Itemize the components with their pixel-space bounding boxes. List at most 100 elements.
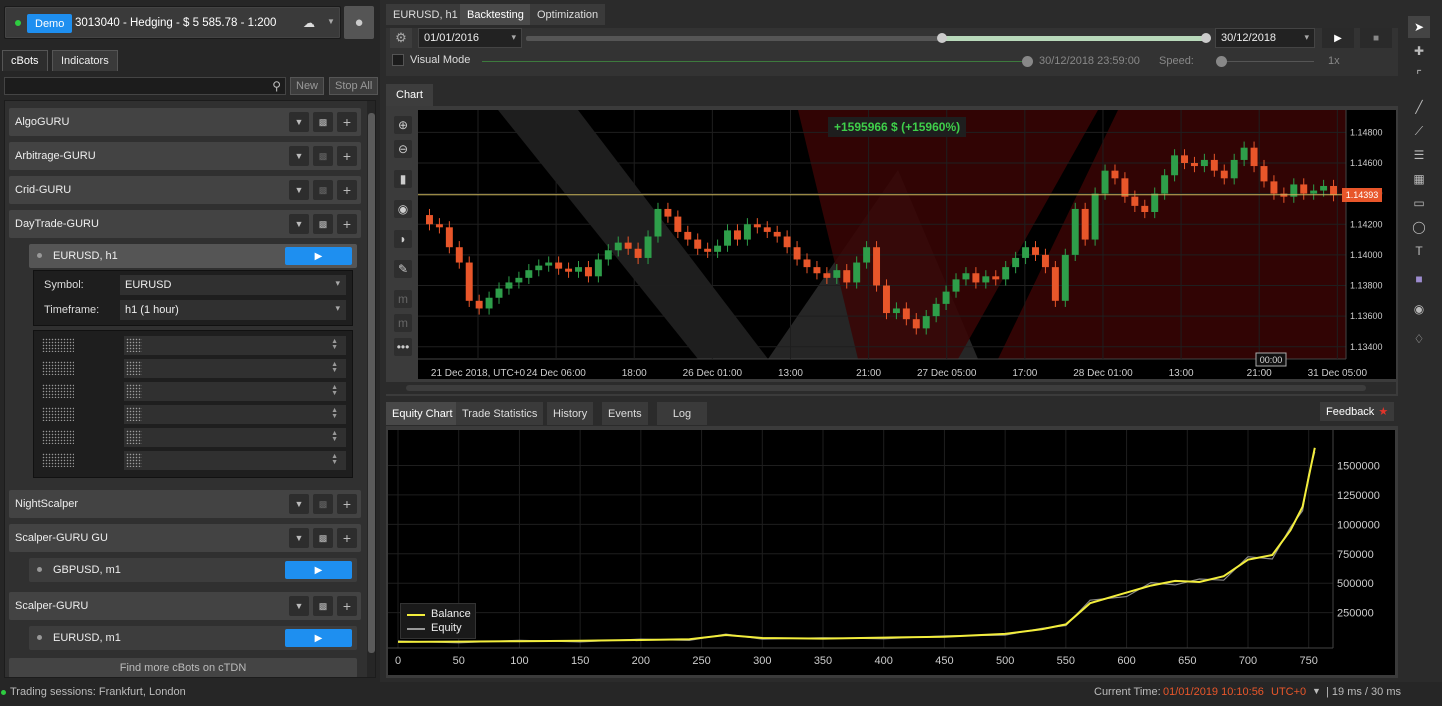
play-button[interactable]: ▶ [1322,28,1354,48]
fibonacci-icon[interactable]: ⟋ [1408,120,1430,142]
zoom-in-icon[interactable]: ⊕ [394,116,412,134]
template-icon[interactable]: m [394,290,412,308]
stepper-icon[interactable]: ▲ ▼ [331,361,338,374]
symbol-select[interactable]: EURUSD [120,275,346,295]
visual-mode-checkbox[interactable] [392,54,404,66]
ellipse-icon[interactable]: ◯ [1408,216,1430,238]
add-instance-icon[interactable]: + [337,596,357,616]
scrollbar-thumb[interactable] [406,385,1366,391]
play-button[interactable]: ▶ [285,247,352,265]
param-stepper[interactable]: ▲ ▼ [124,336,346,355]
tab-cbots[interactable]: cBots [2,50,48,71]
add-instance-icon[interactable]: + [337,214,357,234]
stepper-icon[interactable]: ▲ ▼ [331,407,338,420]
feedback-button[interactable]: Feedback ★ [1320,402,1395,421]
range-start-handle[interactable] [937,33,947,43]
crosshair-icon[interactable]: ✚ [1408,40,1430,62]
chart-type-icon[interactable]: ▮ [394,170,412,188]
trendline-icon[interactable]: ╱ [1408,96,1430,118]
param-stepper[interactable]: ▲ ▼ [124,405,346,424]
bot-row-crid-guru[interactable]: Crid-GURU ▼ ▩ + [9,176,361,204]
tab-events[interactable]: Events [602,402,648,425]
cbot-search-input[interactable]: ⚲ [4,77,286,95]
instances-icon[interactable]: ▩ [313,146,333,166]
channel-icon[interactable]: ☰ [1408,144,1430,166]
instance-row-gbpusd-m1[interactable]: GBPUSD, m1 ▶ [29,558,357,582]
dropdown-arrow-icon[interactable]: ▼ [289,214,309,234]
stop-all-button[interactable]: Stop All [329,77,379,95]
stop-button[interactable]: ■ [1360,28,1392,48]
more-icon[interactable]: ••• [394,338,412,356]
tab-indicators[interactable]: Indicators [52,50,118,71]
dropdown-arrow-icon[interactable]: ▼ [289,112,309,132]
instances-icon[interactable]: ▩ [313,214,333,234]
add-instance-icon[interactable]: + [337,112,357,132]
add-instance-icon[interactable]: + [337,494,357,514]
account-selector[interactable]: Demo 3013040 - Hedging - $ 5 585.78 - 1:… [4,6,341,39]
instances-icon[interactable]: ▩ [313,596,333,616]
grid-icon[interactable]: ▦ [1408,168,1430,190]
tab-backtesting[interactable]: Backtesting [460,4,531,25]
timezone-select[interactable]: UTC+0 [1271,686,1306,698]
chart-horizontal-scrollbar[interactable] [386,382,1396,394]
camera-icon[interactable]: ◉ [1408,298,1430,320]
color-picker-icon[interactable]: ■ [1408,268,1430,290]
scrollbar-thumb[interactable] [368,113,375,653]
measure-icon[interactable]: ⌜ [1408,64,1430,86]
instances-icon[interactable]: ▩ [313,180,333,200]
add-instance-icon[interactable]: + [337,180,357,200]
play-button[interactable]: ▶ [285,561,352,579]
new-button[interactable]: New [290,77,325,95]
bell-icon[interactable]: ♢ [1408,328,1430,350]
instance-row-eurusd-h1[interactable]: EURUSD, h1 ▶ [29,244,357,268]
instance-row-eurusd-m1[interactable]: EURUSD, m1 ▶ [29,626,357,650]
range-end-handle[interactable] [1201,33,1211,43]
zoom-out-icon[interactable]: ⊖ [394,140,412,158]
template-icon[interactable]: m [394,314,412,332]
equity-chart[interactable]: 250000 500000 750000 1000000 1250000 1500000 0… [388,430,1395,675]
sentiment-icon[interactable]: ◉ [394,200,412,218]
bot-row-daytrade-guru[interactable]: DayTrade-GURU ▼ ▩ + [9,210,361,238]
stepper-icon[interactable]: ▲ ▼ [331,430,338,443]
param-stepper[interactable]: ▲ ▼ [124,359,346,378]
visual-progress-handle[interactable] [1022,56,1033,67]
chevron-down-icon[interactable]: ▼ [1312,686,1321,696]
param-stepper[interactable]: ▲ ▼ [124,451,346,470]
stepper-icon[interactable]: ▲ ▼ [331,338,338,351]
timeframe-select[interactable]: h1 (1 hour) [120,300,346,320]
param-stepper[interactable]: ▲ ▼ [124,382,346,401]
add-instance-icon[interactable]: + [337,528,357,548]
tab-symbol[interactable]: EURUSD, h1 [386,4,465,25]
tab-log[interactable]: Log [657,402,707,425]
tab-optimization[interactable]: Optimization [530,4,606,25]
tab-history[interactable]: History [547,402,594,425]
find-more-cbots-link[interactable]: Find more cBots on cTDN [9,658,357,677]
user-icon[interactable]: ● [344,6,374,39]
dropdown-arrow-icon[interactable]: ▼ [289,180,309,200]
instances-icon[interactable]: ▩ [313,528,333,548]
text-icon[interactable]: T [1408,240,1430,262]
rectangle-icon[interactable]: ▭ [1408,192,1430,214]
add-instance-icon[interactable]: + [337,146,357,166]
bot-row-algoguru[interactable]: AlgoGURU ▼ ▩ + [9,108,361,136]
color-theme-icon[interactable]: ◗ [394,230,412,248]
param-stepper[interactable]: ▲ ▼ [124,428,346,447]
dropdown-arrow-icon[interactable]: ▼ [289,494,309,514]
stepper-icon[interactable]: ▲ ▼ [331,453,338,466]
to-date-select[interactable]: 30/12/2018 [1215,28,1315,48]
play-button[interactable]: ▶ [285,629,352,647]
instances-icon[interactable]: ▩ [313,112,333,132]
dropdown-arrow-icon[interactable]: ▼ [289,596,309,616]
speed-slider-handle[interactable] [1216,56,1227,67]
cursor-icon[interactable]: ➤ [1408,16,1430,38]
price-chart[interactable]: 1.148001.146001.144001.142001.140001.138… [418,110,1396,379]
tab-equity-chart[interactable]: Equity Chart [386,402,459,425]
gear-icon[interactable]: ⚙ [390,28,412,48]
tab-chart[interactable]: Chart [386,84,433,106]
from-date-select[interactable]: 01/01/2016 [418,28,522,48]
dropdown-arrow-icon[interactable]: ▼ [289,146,309,166]
bot-row-nightscalper[interactable]: NightScalper ▼ ▩ + [9,490,361,518]
bot-row-scalper-guru[interactable]: Scalper-GURU ▼ ▩ + [9,592,361,620]
bot-row-arbitrage-guru[interactable]: Arbitrage-GURU ▼ ▩ + [9,142,361,170]
stepper-icon[interactable]: ▲ ▼ [331,384,338,397]
